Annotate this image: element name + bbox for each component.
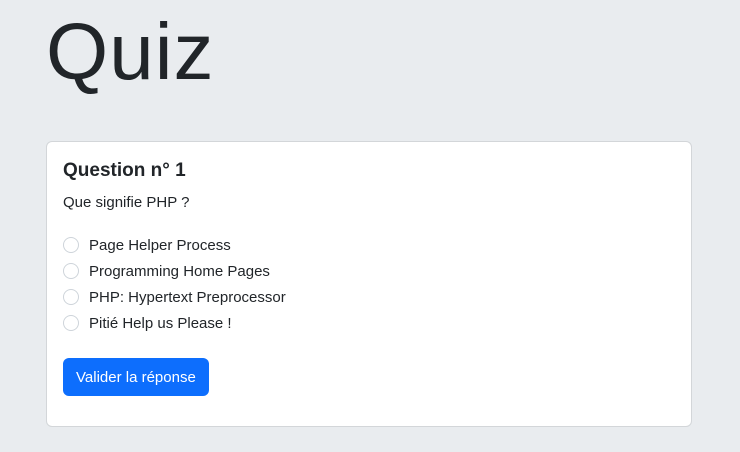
- submit-answer-button[interactable]: Valider la réponse: [63, 358, 209, 396]
- answer-label: Pitié Help us Please !: [89, 314, 232, 332]
- question-title: Question n° 1: [63, 160, 186, 181]
- answer-label: Page Helper Process: [89, 236, 231, 254]
- radio-button[interactable]: [63, 315, 79, 331]
- answer-option-1[interactable]: Page Helper Process: [63, 232, 286, 258]
- answer-option-4[interactable]: Pitié Help us Please !: [63, 310, 286, 336]
- answer-label: Programming Home Pages: [89, 262, 270, 280]
- answer-options: Page Helper Process Programming Home Pag…: [63, 232, 286, 336]
- answer-option-3[interactable]: PHP: Hypertext Preprocessor: [63, 284, 286, 310]
- answer-label: PHP: Hypertext Preprocessor: [89, 288, 286, 306]
- answer-option-2[interactable]: Programming Home Pages: [63, 258, 286, 284]
- radio-button[interactable]: [63, 263, 79, 279]
- radio-button[interactable]: [63, 289, 79, 305]
- question-card: Question n° 1 Que signifie PHP ? Page He…: [46, 141, 692, 427]
- radio-button[interactable]: [63, 237, 79, 253]
- page-title: Quiz: [46, 7, 215, 96]
- question-text: Que signifie PHP ?: [63, 194, 190, 211]
